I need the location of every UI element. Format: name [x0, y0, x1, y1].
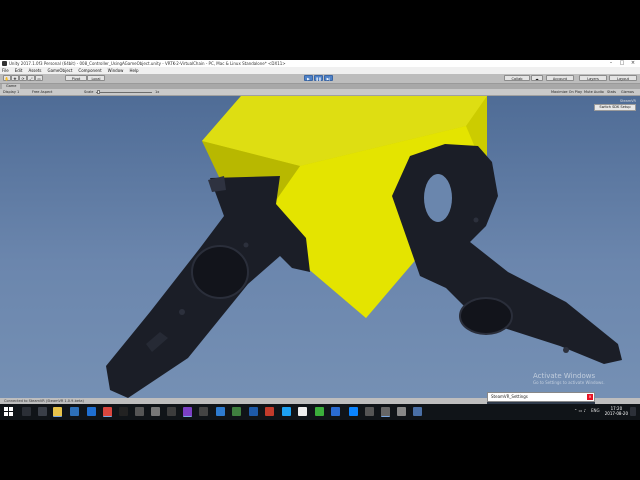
- file-explorer-icon[interactable]: [53, 407, 62, 417]
- edge-icon[interactable]: [87, 407, 96, 416]
- play-button[interactable]: ▶: [304, 75, 313, 81]
- popup-title: SteamVR_Settings: [491, 394, 528, 399]
- unity-hub-icon[interactable]: [199, 407, 208, 416]
- left-vive-controller: [106, 176, 310, 398]
- menu-component[interactable]: Component: [78, 68, 101, 73]
- gizmos-dropdown[interactable]: Gizmos: [621, 89, 634, 95]
- app-icon-a[interactable]: [365, 407, 374, 416]
- menu-assets[interactable]: Assets: [28, 68, 41, 73]
- chrome-icon[interactable]: [103, 407, 112, 417]
- switch-sdk-button[interactable]: Switch SDK Setup: [594, 104, 636, 111]
- search-icon[interactable]: [38, 407, 47, 416]
- local-button[interactable]: Local: [87, 75, 105, 81]
- move-tool-button[interactable]: ✥: [11, 75, 19, 81]
- desktop-screen: Unity 2017.1.0f3 Personal (64bit) - 008_…: [0, 60, 640, 420]
- scene-render: [106, 96, 622, 398]
- rotate-tool-button[interactable]: ⟳: [19, 75, 27, 81]
- layout-dropdown[interactable]: Layout: [609, 75, 637, 81]
- menu-gameobject[interactable]: GameObject: [47, 68, 72, 73]
- steamvr-settings-popup[interactable]: SteamVR_Settings ×: [487, 392, 595, 402]
- system-clock[interactable]: 17:20 2017-08-20: [605, 406, 628, 416]
- stats-toggle[interactable]: Stats: [607, 89, 616, 95]
- terminal-icon[interactable]: [119, 407, 128, 416]
- settings-icon[interactable]: [135, 407, 144, 416]
- app-icon-b[interactable]: [381, 407, 390, 417]
- scale-label: Scale: [84, 90, 94, 94]
- menu-help[interactable]: Help: [129, 68, 138, 73]
- rect-tool-button[interactable]: ▭: [35, 75, 43, 81]
- account-dropdown[interactable]: Account: [546, 75, 574, 81]
- scale-value: 1x: [155, 90, 160, 94]
- activation-watermark: Activate Windows Go to Settings to activ…: [533, 372, 605, 385]
- title-bar: Unity 2017.1.0f3 Personal (64bit) - 008_…: [0, 60, 640, 67]
- scale-tool-button[interactable]: ⤢: [27, 75, 35, 81]
- close-button[interactable]: ×: [628, 60, 638, 67]
- popup-close-button[interactable]: ×: [587, 394, 593, 400]
- photoshop-icon[interactable]: [70, 407, 79, 416]
- steamvr-label: SteamVR: [619, 99, 636, 103]
- unity-icon: [2, 61, 7, 66]
- app-icon-d[interactable]: [413, 407, 422, 416]
- taskbar: ⌃ ▭ ♪ ENG 17:20 2017-08-20: [0, 404, 640, 420]
- scale-slider-track[interactable]: [96, 92, 152, 93]
- filezilla-icon[interactable]: [265, 407, 274, 416]
- step-button[interactable]: ▶|: [324, 75, 333, 81]
- task-view-icon[interactable]: [22, 407, 31, 416]
- pivot-button[interactable]: Pivot: [65, 75, 87, 81]
- watermark-subtitle: Go to Settings to activate Windows.: [533, 380, 605, 385]
- collab-dropdown[interactable]: Collab: [504, 75, 530, 81]
- minimize-button[interactable]: –: [606, 60, 616, 67]
- game-viewport[interactable]: SteamVR Switch SDK Setup Activate Window…: [0, 96, 640, 398]
- display-dropdown[interactable]: Display 1: [3, 89, 19, 95]
- tray-icons[interactable]: ⌃ ▭ ♪: [574, 408, 586, 413]
- right-vive-controller: [392, 144, 622, 364]
- menu-edit[interactable]: Edit: [15, 68, 23, 73]
- cloud-icon[interactable]: ☁: [531, 75, 543, 81]
- notification-icon[interactable]: [630, 407, 636, 416]
- git-icon[interactable]: [232, 407, 241, 416]
- unity-taskbar-icon[interactable]: [167, 407, 176, 416]
- menu-bar: File Edit Assets GameObject Component Wi…: [0, 67, 640, 74]
- document-icon[interactable]: [298, 407, 307, 416]
- main-toolbar: ✋ ✥ ⟳ ⤢ ▭ Pivot Local ▶ ❚❚ ▶| Collab ☁ A…: [0, 74, 640, 84]
- app-icon-c[interactable]: [397, 407, 406, 416]
- menu-window[interactable]: Window: [108, 68, 124, 73]
- hand-tool-button[interactable]: ✋: [3, 75, 11, 81]
- mute-audio-toggle[interactable]: Mute Audio: [584, 89, 604, 95]
- mail-icon[interactable]: [216, 407, 225, 416]
- layers-dropdown[interactable]: Layers: [579, 75, 607, 81]
- window-title: Unity 2017.1.0f3 Personal (64bit) - 008_…: [9, 61, 286, 66]
- aspect-dropdown[interactable]: Free Aspect: [32, 89, 52, 95]
- pause-button[interactable]: ❚❚: [314, 75, 323, 81]
- language-indicator[interactable]: ENG: [591, 408, 600, 413]
- windows-start-icon[interactable]: [4, 407, 13, 416]
- steam-icon[interactable]: [249, 407, 258, 416]
- steamvr-panel: SteamVR Switch SDK Setup: [594, 99, 636, 113]
- game-view-toolbar: Display 1 Free Aspect Scale 1x Maximize …: [0, 89, 640, 96]
- notepad-icon[interactable]: [151, 407, 160, 416]
- twitter-icon[interactable]: [282, 407, 291, 416]
- media-icon[interactable]: [315, 407, 324, 416]
- scale-slider-thumb[interactable]: [97, 90, 100, 94]
- browser-icon[interactable]: [349, 407, 358, 416]
- maximize-button[interactable]: □: [617, 60, 627, 67]
- maximize-on-play-toggle[interactable]: Maximize On Play: [551, 89, 582, 95]
- clock-date: 2017-08-20: [604, 411, 628, 416]
- visual-studio-icon[interactable]: [183, 407, 192, 417]
- watermark-title: Activate Windows: [533, 372, 596, 380]
- photoshop-alt-icon[interactable]: [331, 407, 340, 416]
- menu-file[interactable]: File: [2, 68, 9, 73]
